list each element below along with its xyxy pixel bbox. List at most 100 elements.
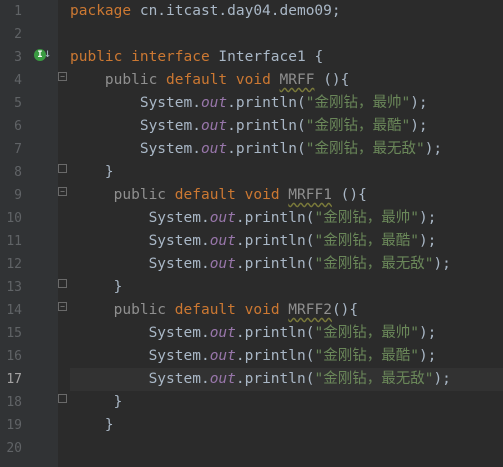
system: System. bbox=[148, 210, 210, 226]
arrow-down-icon[interactable]: ↓ bbox=[44, 46, 51, 60]
keyword: public bbox=[70, 49, 123, 65]
line-number: 6 bbox=[14, 119, 22, 134]
method-name: MRFF bbox=[279, 72, 315, 88]
keyword: default bbox=[166, 72, 228, 88]
code-line-17-current[interactable]: System.out.println("金刚钻，最无敌"); bbox=[70, 368, 503, 391]
keyword-redundant: public bbox=[113, 187, 167, 203]
line-number: 16 bbox=[6, 349, 22, 364]
keyword: default bbox=[174, 302, 236, 318]
code-line-7[interactable]: System.out.println("金刚钻，最无敌"); bbox=[70, 138, 503, 161]
code-line-10[interactable]: System.out.println("金刚钻，最帅"); bbox=[70, 207, 503, 230]
line-number-current: 17 bbox=[6, 372, 22, 387]
line-number: 3 bbox=[14, 50, 22, 65]
line-number: 20 bbox=[6, 441, 22, 456]
line-number: 4 bbox=[14, 73, 22, 88]
system: System. bbox=[139, 118, 201, 134]
package-name: cn.itcast.day04.demo09; bbox=[131, 3, 341, 19]
fold-end-icon[interactable] bbox=[58, 164, 67, 173]
fold-end-icon[interactable] bbox=[58, 394, 67, 403]
println: .println( bbox=[227, 118, 306, 134]
string-literal: "金刚钻，最帅" bbox=[305, 95, 411, 111]
code-line-18[interactable]: } bbox=[70, 391, 503, 414]
close-paren: ); bbox=[418, 325, 437, 341]
string-literal: "金刚钻，最无敌" bbox=[314, 256, 434, 272]
system: System. bbox=[148, 233, 210, 249]
string-literal: "金刚钻，最酷" bbox=[314, 233, 419, 249]
keyword-redundant: public bbox=[113, 302, 167, 318]
keyword: default bbox=[174, 187, 236, 203]
code-line-1[interactable]: package cn.itcast.day04.demo09; bbox=[70, 0, 503, 23]
keyword-redundant: public bbox=[104, 72, 158, 88]
code-editor[interactable]: 1 2 3 4 5 6 7 8 9 10 11 12 13 14 15 16 1… bbox=[0, 0, 503, 467]
line-number: 9 bbox=[14, 188, 22, 203]
fold-marker-icon[interactable]: − bbox=[58, 187, 67, 196]
system: System. bbox=[139, 95, 201, 111]
system: System. bbox=[148, 371, 210, 387]
close-paren: ); bbox=[418, 210, 437, 226]
line-gutter: 1 2 3 4 5 6 7 8 9 10 11 12 13 14 15 16 1… bbox=[0, 0, 58, 467]
keyword: void bbox=[244, 302, 280, 318]
line-number: 13 bbox=[6, 280, 22, 295]
line-number: 10 bbox=[6, 211, 22, 226]
line-number: 12 bbox=[6, 257, 22, 272]
code-line-14[interactable]: public default void MRFF2(){ bbox=[70, 299, 503, 322]
close-brace: } bbox=[104, 164, 114, 180]
code-line-11[interactable]: System.out.println("金刚钻，最酷"); bbox=[70, 230, 503, 253]
string-literal: "金刚钻，最酷" bbox=[305, 118, 411, 134]
code-line-6[interactable]: System.out.println("金刚钻，最酷"); bbox=[70, 115, 503, 138]
line-number: 1 bbox=[14, 4, 22, 19]
field-out: out bbox=[200, 95, 228, 111]
println: .println( bbox=[235, 233, 315, 249]
code-line-5[interactable]: System.out.println("金刚钻，最帅"); bbox=[70, 92, 503, 115]
fold-marker-icon[interactable]: − bbox=[58, 72, 67, 81]
field-out: out bbox=[209, 371, 236, 387]
println: .println( bbox=[235, 325, 315, 341]
println: .println( bbox=[235, 210, 315, 226]
fold-marker-icon[interactable]: − bbox=[58, 302, 67, 311]
close-paren: ); bbox=[418, 348, 437, 364]
code-line-3[interactable]: public interface Interface1 { bbox=[70, 46, 503, 69]
code-line-8[interactable]: } bbox=[70, 161, 503, 184]
close-brace: } bbox=[113, 394, 123, 410]
field-out: out bbox=[200, 118, 228, 134]
system: System. bbox=[148, 325, 210, 341]
field-out: out bbox=[209, 256, 236, 272]
field-out: out bbox=[200, 141, 228, 157]
line-number: 8 bbox=[14, 165, 22, 180]
interface-name: Interface1 { bbox=[209, 49, 324, 65]
system: System. bbox=[139, 141, 201, 157]
method-name: MRFF1 bbox=[288, 187, 332, 203]
fold-end-icon[interactable] bbox=[58, 279, 67, 288]
string-literal: "金刚钻，最帅" bbox=[314, 210, 419, 226]
code-line-12[interactable]: System.out.println("金刚钻，最无敌"); bbox=[70, 253, 503, 276]
println: .println( bbox=[227, 141, 306, 157]
line-number: 14 bbox=[6, 303, 22, 318]
code-line-19[interactable]: } bbox=[70, 414, 503, 437]
field-out: out bbox=[209, 325, 236, 341]
close-paren: ); bbox=[418, 233, 437, 249]
method-sig: (){ bbox=[331, 187, 367, 203]
string-literal: "金刚钻，最无敌" bbox=[314, 371, 434, 387]
code-line-13[interactable]: } bbox=[70, 276, 503, 299]
keyword: void bbox=[235, 72, 271, 88]
code-line-4[interactable]: public default void MRFF (){ bbox=[70, 69, 503, 92]
string-literal: "金刚钻，最无敌" bbox=[305, 141, 425, 157]
close-paren: ); bbox=[424, 141, 443, 157]
close-paren: ); bbox=[433, 256, 451, 272]
system: System. bbox=[148, 348, 210, 364]
code-line-16[interactable]: System.out.println("金刚钻，最酷"); bbox=[70, 345, 503, 368]
code-line-9[interactable]: public default void MRFF1 (){ bbox=[70, 184, 503, 207]
keyword: interface bbox=[131, 49, 210, 65]
println: .println( bbox=[235, 256, 315, 272]
println: .println( bbox=[235, 348, 315, 364]
line-number: 5 bbox=[14, 96, 22, 111]
println: .println( bbox=[235, 371, 315, 387]
line-number: 7 bbox=[14, 142, 22, 157]
close-paren: ); bbox=[433, 371, 451, 387]
code-line-15[interactable]: System.out.println("金刚钻，最帅"); bbox=[70, 322, 503, 345]
line-number: 15 bbox=[6, 326, 22, 341]
close-paren: ); bbox=[410, 95, 428, 111]
close-paren: ); bbox=[410, 118, 428, 134]
